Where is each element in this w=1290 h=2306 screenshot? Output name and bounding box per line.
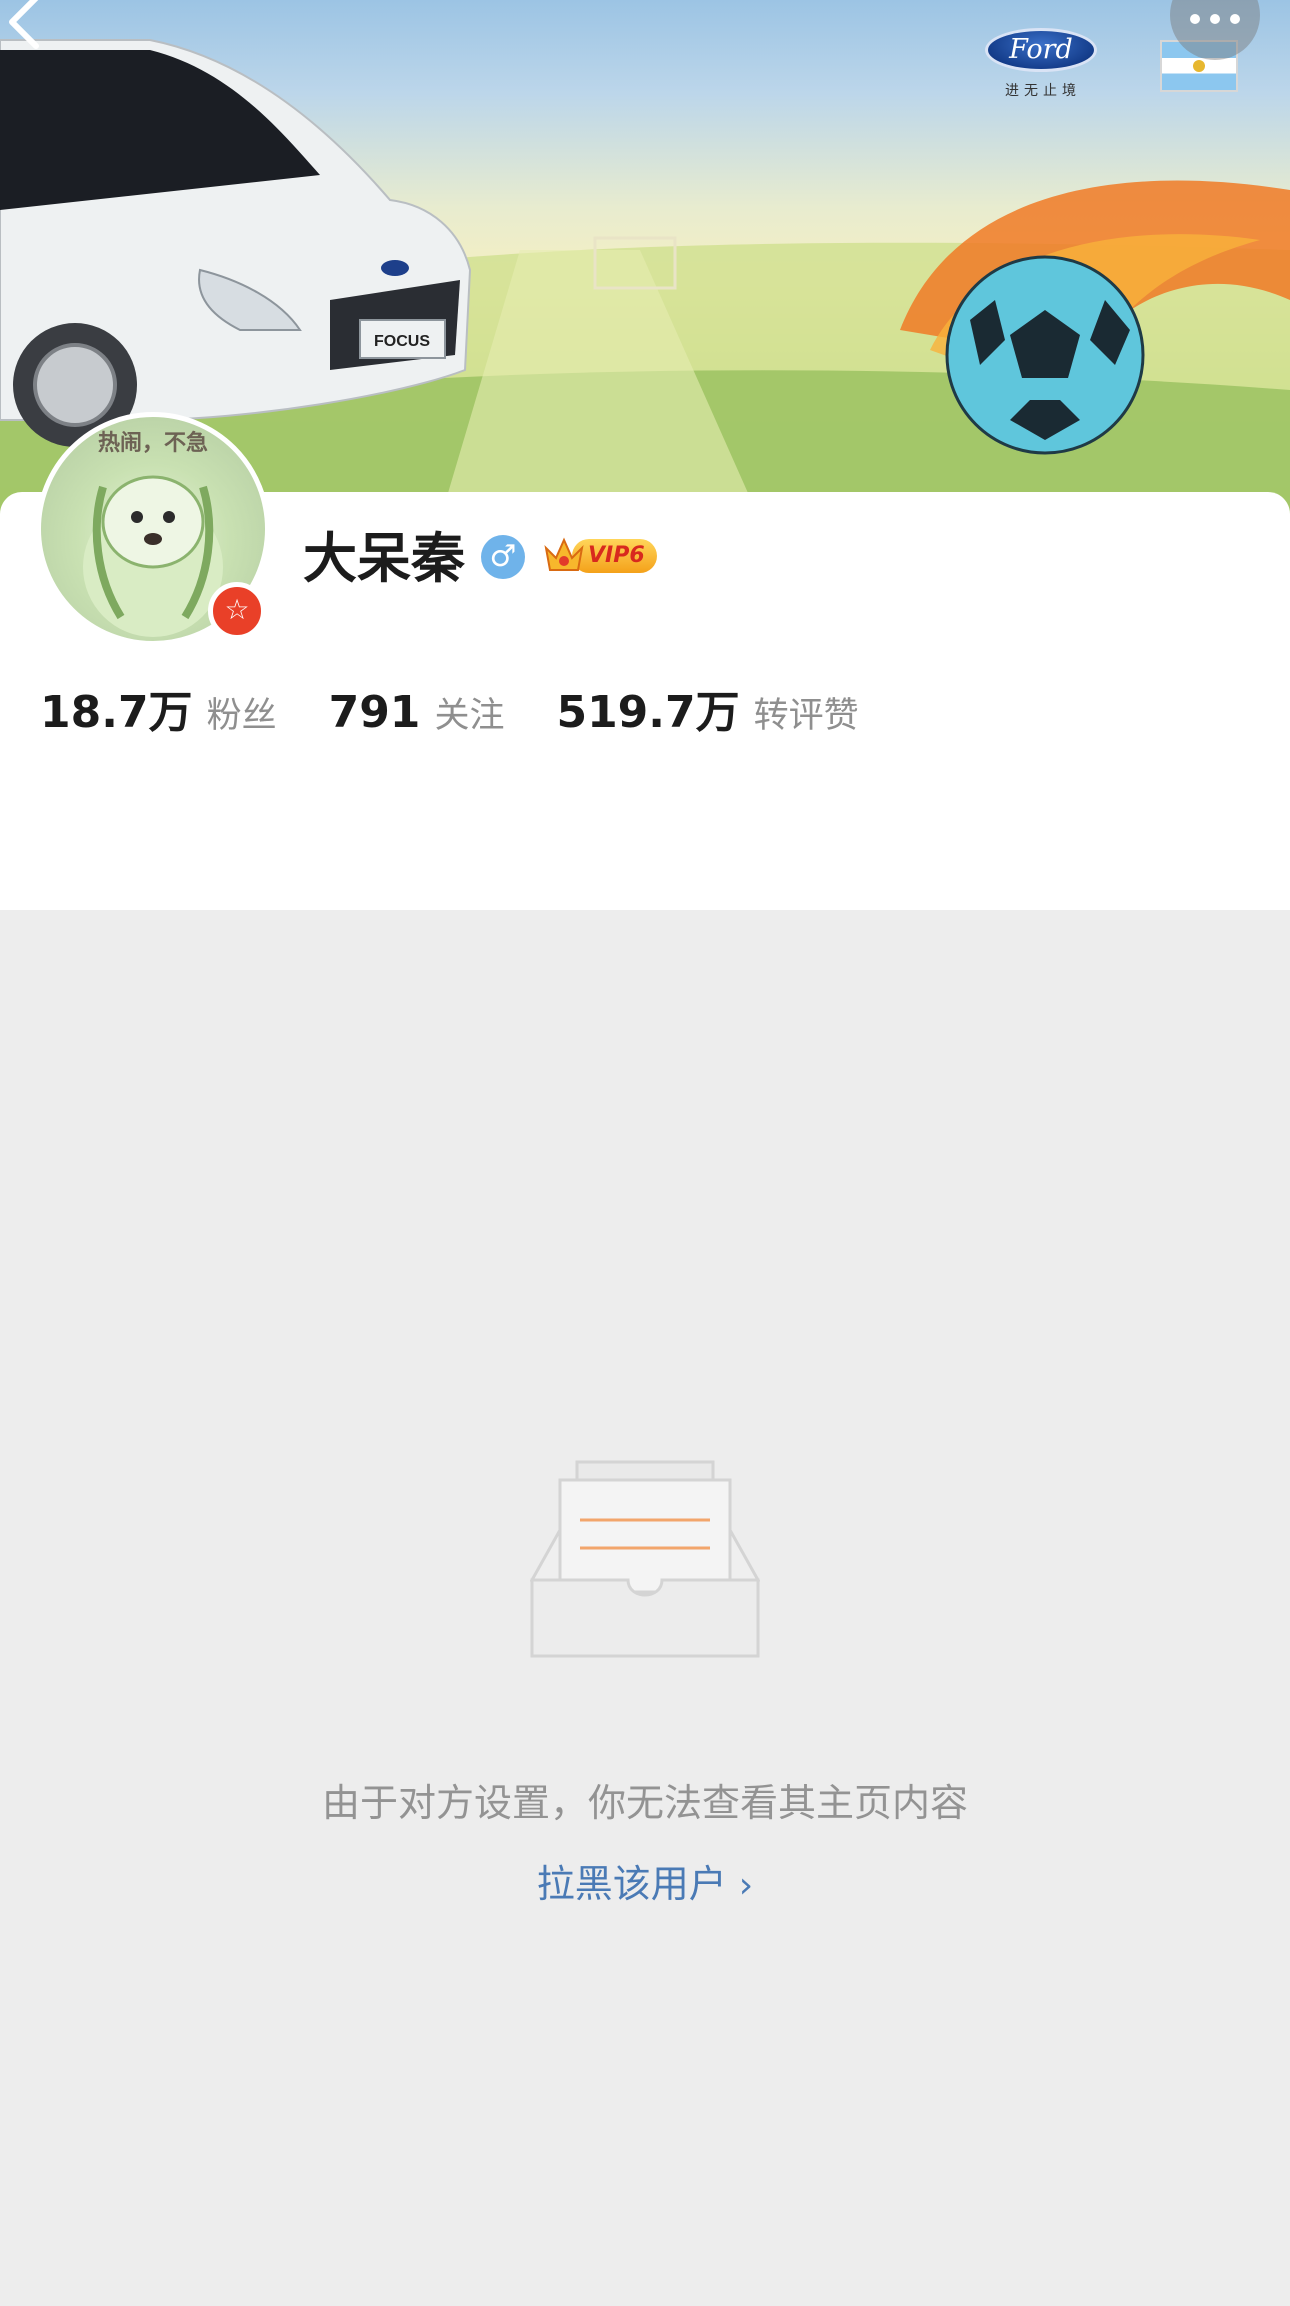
car-plate-text: FOCUS [374, 333, 430, 350]
more-dot [1230, 14, 1240, 24]
ford-logo: Ford 进无止境 [985, 28, 1101, 108]
stat-label: 关注 [434, 696, 505, 736]
empty-inbox-icon [530, 1460, 760, 1658]
stat-value: 18.7万 [40, 687, 193, 738]
ford-logo-text: Ford [985, 28, 1097, 72]
block-user-link[interactable]: 拉黑该用户 › [0, 1853, 1290, 1908]
more-dot [1210, 14, 1220, 24]
brand-tagline: 进无止境 [1005, 83, 1081, 99]
stat-followers[interactable]: 18.7万 粉丝 [40, 676, 277, 740]
stat-following[interactable]: 791 关注 [329, 687, 505, 738]
user-name: 大呆秦 [303, 527, 465, 590]
vip-badge[interactable]: VIP6 [542, 534, 657, 576]
stat-reposts-comments-likes[interactable]: 519.7万 转评赞 [556, 676, 858, 740]
profile-stats: 18.7万 粉丝 791 关注 519.7万 转评赞 [40, 676, 911, 738]
stat-label: 粉丝 [206, 696, 277, 736]
stat-value: 519.7万 [556, 687, 740, 738]
stat-label: 转评赞 [753, 696, 859, 736]
stat-value: 791 [328, 687, 421, 738]
crown-icon [544, 537, 584, 571]
male-gender-icon: ♂ [481, 535, 525, 579]
avatar-caption: 热闹，不急 [97, 430, 208, 456]
chevron-right-icon: › [738, 1865, 754, 1906]
star-badge-icon: ☆ [208, 582, 266, 640]
chevron-left-icon[interactable] [0, 0, 60, 52]
empty-state-message: 由于对方设置，你无法查看其主页内容 [321, 1781, 968, 1825]
block-user-label: 拉黑该用户 [536, 1862, 727, 1906]
more-dot [1190, 14, 1200, 24]
